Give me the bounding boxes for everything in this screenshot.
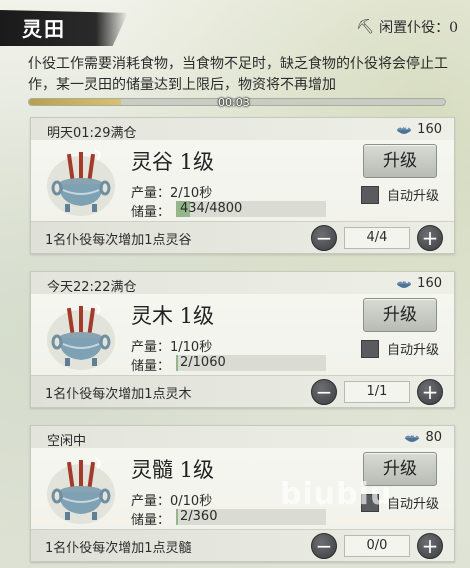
food-cost: 160 bbox=[396, 122, 442, 137]
worker-count: 0/0 bbox=[344, 535, 410, 557]
upgrade-button[interactable]: 升级 bbox=[363, 144, 437, 178]
remove-worker-button[interactable]: − bbox=[311, 225, 337, 251]
storage-value: 2/1060 bbox=[180, 355, 226, 370]
card-header bbox=[31, 426, 454, 448]
food-bowl-icon bbox=[397, 278, 412, 288]
food-cost-value: 160 bbox=[417, 122, 442, 137]
auto-upgrade-checkbox[interactable] bbox=[361, 185, 379, 204]
food-cost-value: 160 bbox=[417, 276, 442, 291]
field-card: 今天22:22满仓 160 灵木 1级 产量：1/10秒 储量： 2/1060 … bbox=[30, 271, 455, 408]
progress-timer: 00:03 bbox=[218, 96, 250, 109]
worker-count: 1/1 bbox=[344, 381, 410, 403]
worker-row: 1名仆役每次增加1点灵谷 − 4/4 + bbox=[31, 221, 454, 253]
auto-upgrade-checkbox[interactable] bbox=[361, 339, 379, 358]
field-card: 明天01:29满仓 160 灵谷 1级 产量：2/10秒 储量： 434/480… bbox=[30, 117, 455, 254]
field-name: 灵谷 1级 bbox=[131, 150, 215, 174]
auto-upgrade-label: 自动升级 bbox=[387, 497, 440, 512]
full-storage-time: 明天01:29满仓 bbox=[47, 126, 137, 141]
worker-effect-label: 1名仆役每次增加1点灵髓 bbox=[45, 541, 192, 556]
worker-row: 1名仆役每次增加1点灵髓 − 0/0 + bbox=[31, 529, 454, 561]
food-bowl-icon bbox=[405, 432, 420, 442]
food-cost: 160 bbox=[396, 276, 442, 291]
storage-bar: 2/1060 bbox=[176, 355, 326, 371]
output-rate: 产量：2/10秒 bbox=[131, 186, 213, 201]
full-storage-time: 空闲中 bbox=[47, 434, 87, 449]
storage-value: 2/360 bbox=[180, 509, 218, 524]
auto-upgrade-label: 自动升级 bbox=[387, 189, 440, 204]
storage-bar-fill bbox=[176, 355, 178, 371]
progress-fill bbox=[29, 99, 121, 105]
idle-workers: ⛏ 闲置仆役：0 bbox=[356, 17, 458, 37]
worker-row: 1名仆役每次增加1点灵木 − 1/1 + bbox=[31, 375, 454, 407]
auto-upgrade-label: 自动升级 bbox=[387, 343, 440, 358]
food-cost: 80 bbox=[404, 430, 442, 445]
auto-upgrade-toggle[interactable]: 自动升级 bbox=[361, 185, 439, 204]
header: 灵田 ⛏ 闲置仆役：0 bbox=[0, 0, 470, 52]
worker-effect-label: 1名仆役每次增加1点灵木 bbox=[45, 387, 192, 402]
incense-burner-icon bbox=[47, 303, 115, 370]
remove-worker-button[interactable]: − bbox=[311, 379, 337, 405]
field-name: 灵木 1级 bbox=[131, 304, 215, 328]
field-name: 灵髓 1级 bbox=[131, 458, 215, 482]
worker-effect-label: 1名仆役每次增加1点灵谷 bbox=[45, 233, 192, 248]
storage-bar-fill bbox=[176, 509, 178, 525]
incense-burner-icon bbox=[47, 149, 115, 216]
upgrade-button[interactable]: 升级 bbox=[363, 298, 437, 332]
add-worker-button[interactable]: + bbox=[417, 379, 443, 405]
full-storage-time: 今天22:22满仓 bbox=[47, 280, 137, 295]
worker-icon: ⛏ bbox=[356, 19, 375, 35]
storage-label: 储量： bbox=[131, 205, 171, 220]
watermark: biubiu bbox=[280, 477, 393, 512]
storage-label: 储量： bbox=[131, 513, 171, 528]
page-title: 灵田 bbox=[22, 17, 66, 41]
output-rate: 产量：0/10秒 bbox=[131, 494, 213, 509]
storage-value: 434/4800 bbox=[180, 201, 243, 216]
remove-worker-button[interactable]: − bbox=[311, 533, 337, 559]
worker-count: 4/4 bbox=[344, 227, 410, 249]
auto-upgrade-toggle[interactable]: 自动升级 bbox=[361, 339, 439, 358]
incense-burner-icon bbox=[47, 457, 115, 524]
description-text: 仆役工作需要消耗食物，当食物不足时，缺乏食物的仆役将会停止工作，某一灵田的储量达… bbox=[28, 56, 448, 93]
idle-workers-label: 闲置仆役：0 bbox=[379, 20, 458, 36]
add-worker-button[interactable]: + bbox=[417, 533, 443, 559]
food-cost-value: 80 bbox=[425, 430, 442, 445]
storage-label: 储量： bbox=[131, 359, 171, 374]
storage-bar: 434/4800 bbox=[176, 201, 326, 217]
food-bowl-icon bbox=[397, 124, 412, 134]
add-worker-button[interactable]: + bbox=[417, 225, 443, 251]
output-rate: 产量：1/10秒 bbox=[131, 340, 213, 355]
